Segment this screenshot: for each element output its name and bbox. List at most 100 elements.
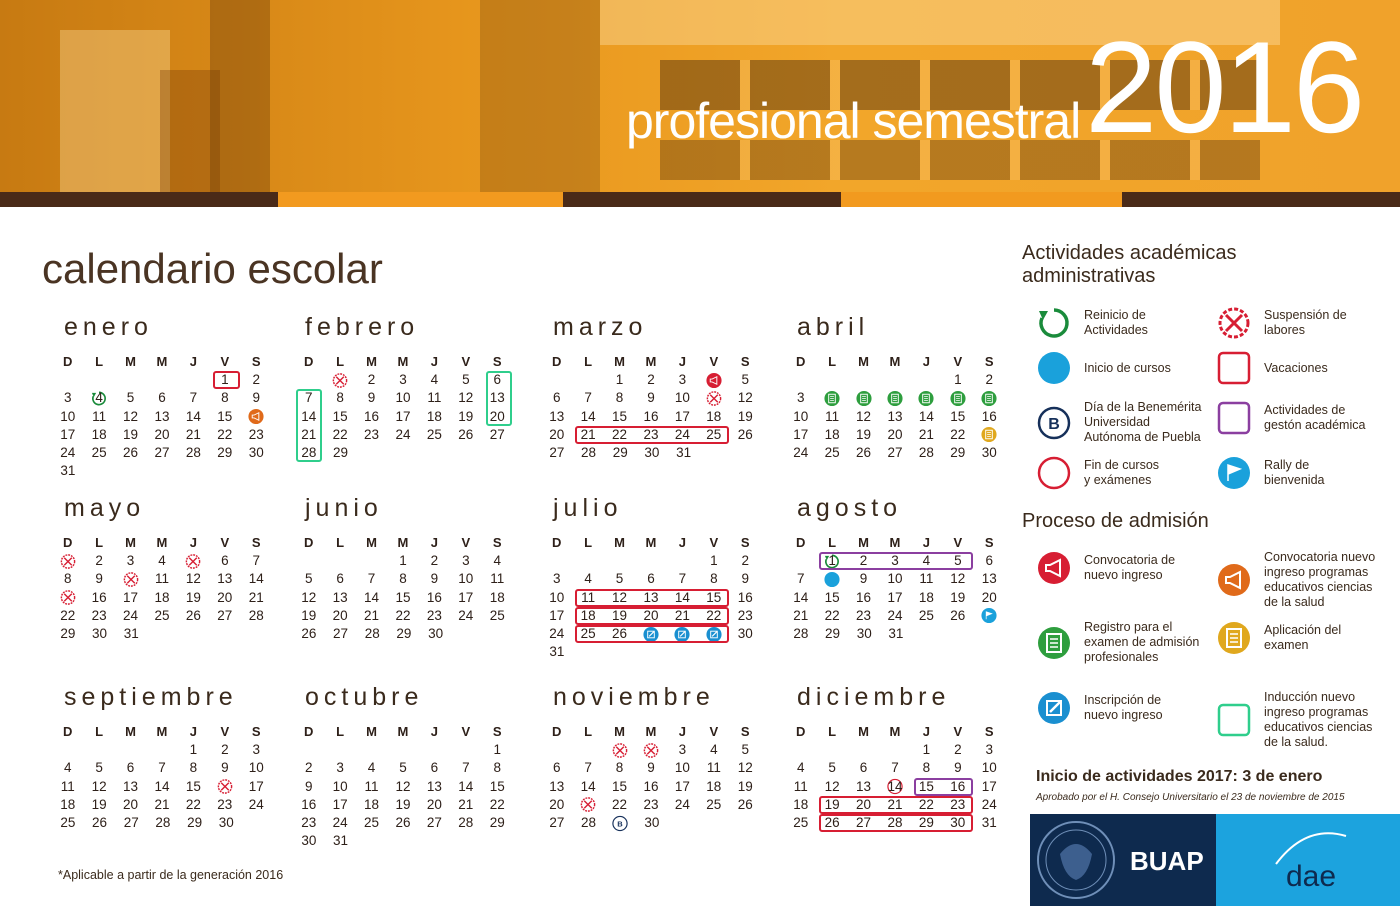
day-number: 14 bbox=[458, 778, 474, 794]
day-number: 30 bbox=[428, 625, 444, 641]
day-cell: 17 bbox=[541, 607, 572, 625]
legend-label: Inscripción de nuevo ingreso bbox=[1084, 693, 1163, 722]
day-cell: 29 bbox=[388, 625, 420, 643]
day-number: 7 bbox=[584, 390, 592, 406]
day-number: 25 bbox=[706, 426, 722, 442]
day-cell: 27 bbox=[115, 814, 147, 832]
day-cell: 6 bbox=[974, 552, 1005, 570]
day-cell: 5 bbox=[450, 371, 481, 389]
weekday-header: V bbox=[220, 535, 230, 550]
day-cell: 15 bbox=[178, 778, 209, 796]
weekday-header: D bbox=[63, 535, 73, 550]
day-number: 18 bbox=[91, 426, 107, 442]
day-number: 4 bbox=[922, 553, 931, 569]
legend-item-fin_cursos: Fin de cursos y exámenes bbox=[1036, 455, 1159, 491]
day-number: 17 bbox=[458, 589, 474, 605]
day-cell: 12 bbox=[730, 389, 761, 407]
day-cell: 5 bbox=[115, 389, 146, 407]
day-number: 3 bbox=[985, 742, 993, 758]
day-cell: 4 bbox=[572, 570, 603, 588]
day-cell: 11 bbox=[419, 389, 450, 407]
day-cell: 16 bbox=[241, 408, 272, 426]
month-grid: DLMMJVS123456789101112131415161718192021… bbox=[541, 534, 761, 661]
weekday-header: J bbox=[922, 354, 931, 369]
day-number: 17 bbox=[332, 796, 348, 812]
day-cell: 1 bbox=[604, 371, 635, 389]
day-number: 13 bbox=[489, 390, 505, 406]
weekday-header: J bbox=[430, 724, 439, 739]
day-cell: 5 bbox=[387, 759, 418, 777]
weekday-header: V bbox=[709, 354, 719, 369]
day-number: 18 bbox=[364, 796, 380, 812]
day-number: 15 bbox=[489, 778, 505, 794]
day-number: 25 bbox=[918, 607, 934, 623]
day-cell: 31 bbox=[52, 462, 84, 480]
day-cell: 4 bbox=[911, 552, 942, 570]
day-number: 10 bbox=[981, 760, 997, 776]
suspension-marker-icon bbox=[185, 553, 202, 570]
buap-logo: BUAP bbox=[1030, 814, 1216, 906]
day-number: 8 bbox=[615, 390, 624, 406]
suspension-marker-icon bbox=[59, 553, 76, 570]
day-number: 10 bbox=[674, 390, 690, 406]
day-cell: 12 bbox=[816, 778, 847, 796]
day-number: 9 bbox=[252, 390, 260, 406]
day-number: 6 bbox=[126, 760, 135, 776]
day-number: 31 bbox=[60, 463, 76, 479]
weekday-header: M bbox=[858, 724, 869, 739]
day-cell: 2 bbox=[356, 371, 387, 389]
building-photo bbox=[60, 30, 170, 192]
weekday-header: J bbox=[430, 354, 439, 369]
inicio_cursos-marker-icon bbox=[824, 571, 841, 588]
day-cell: 30 bbox=[974, 444, 1005, 462]
day-cell: 30 bbox=[293, 832, 325, 850]
day-number: 19 bbox=[950, 589, 966, 605]
day-cell: 20 bbox=[209, 589, 240, 607]
day-cell: 18 bbox=[698, 778, 729, 796]
day-number: 12 bbox=[185, 571, 201, 587]
month-name: julio bbox=[553, 494, 623, 522]
day-cell: 14 bbox=[572, 408, 603, 426]
day-number: 17 bbox=[887, 589, 903, 605]
day-number: 1 bbox=[828, 553, 836, 569]
registro-marker-icon bbox=[824, 390, 841, 407]
day-number: 21 bbox=[364, 607, 380, 623]
day-number: 7 bbox=[891, 760, 899, 776]
day-number: 23 bbox=[91, 607, 107, 623]
day-cell: 31 bbox=[325, 832, 357, 850]
day-number: 10 bbox=[395, 390, 411, 406]
day-number: 15 bbox=[950, 408, 966, 424]
day-cell: 9 bbox=[974, 389, 1005, 407]
weekday-header: D bbox=[63, 724, 73, 739]
svg-text:B: B bbox=[1048, 416, 1060, 433]
day-number: 12 bbox=[824, 778, 840, 794]
day-cell: 21 bbox=[241, 589, 272, 607]
day-number: 25 bbox=[580, 625, 596, 641]
weekday-header: J bbox=[189, 724, 198, 739]
day-number: 29 bbox=[825, 625, 841, 641]
day-number: 29 bbox=[396, 625, 412, 641]
day-cell: 1 bbox=[604, 741, 635, 759]
day-cell: 16 bbox=[83, 589, 114, 607]
weekday-header: M bbox=[889, 354, 901, 369]
day-cell: 9 bbox=[730, 570, 761, 588]
month-name: noviembre bbox=[553, 683, 715, 711]
day-cell: 2 bbox=[83, 552, 114, 570]
legend-label: Convocatoria nuevo ingreso programas edu… bbox=[1264, 550, 1376, 609]
day-number: 6 bbox=[647, 571, 655, 587]
day-cell: 19 bbox=[730, 408, 761, 426]
day-cell: 7 bbox=[572, 759, 603, 777]
day-number: 7 bbox=[584, 760, 592, 776]
day-cell: 10 bbox=[541, 589, 572, 607]
day-number: 31 bbox=[123, 625, 139, 641]
day-cell: 3 bbox=[387, 371, 418, 389]
day-cell: 24 bbox=[974, 796, 1005, 814]
day-cell: 23 bbox=[419, 607, 450, 625]
day-cell: 13 bbox=[974, 570, 1005, 588]
day-cell: 29 bbox=[209, 444, 240, 462]
day-number: 17 bbox=[123, 589, 139, 605]
day-number: 24 bbox=[887, 607, 903, 623]
month-grid: DLMMJVS123456789101112131415161718192021… bbox=[541, 723, 761, 832]
day-cell: 25 bbox=[816, 444, 847, 462]
inscripcion-marker-icon bbox=[705, 626, 722, 643]
